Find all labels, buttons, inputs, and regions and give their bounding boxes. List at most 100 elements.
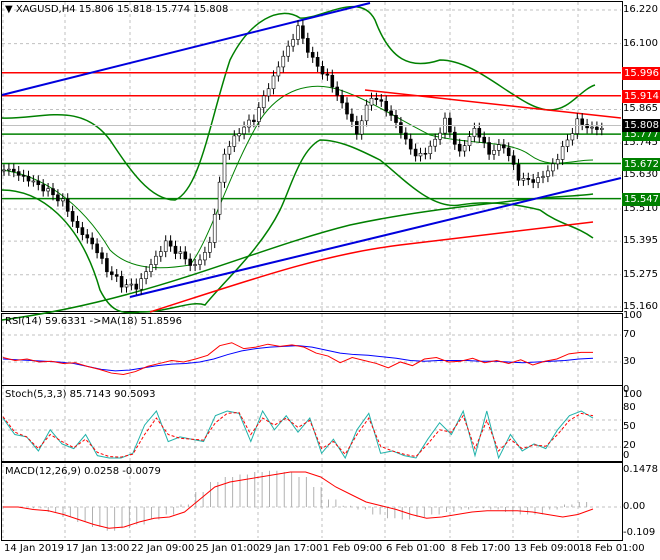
candle-body — [492, 150, 496, 155]
macd-axis-min: -0.109 — [623, 527, 656, 538]
candle-body — [394, 115, 398, 123]
candle-body — [75, 221, 80, 228]
candle-body — [256, 107, 261, 122]
stoch-d-line — [2, 411, 594, 458]
candle-body — [433, 138, 438, 147]
candle-body — [310, 52, 315, 58]
lower-trendline — [129, 177, 622, 298]
candle-body — [305, 38, 310, 53]
candle-body — [291, 39, 295, 47]
time-axis-label: 8 Feb 17:00 — [451, 543, 511, 554]
candle-body — [16, 171, 21, 176]
candle-body — [369, 97, 374, 106]
stoch-axis-80: 80 — [623, 402, 636, 413]
candle-body — [232, 135, 237, 147]
candle-body — [227, 146, 232, 155]
candle-body — [487, 142, 491, 155]
candle-body — [56, 194, 60, 202]
price-axis-label: 16.100 — [623, 37, 658, 49]
candle-body — [129, 283, 134, 286]
rsi-axis-30: 30 — [623, 356, 636, 367]
candle-body — [350, 113, 354, 122]
high-price: 15.818 — [116, 4, 152, 15]
candle-body — [203, 252, 207, 261]
candle-body — [261, 95, 266, 108]
candle-body — [7, 168, 11, 171]
candle-body — [462, 145, 467, 152]
candle-body — [144, 271, 148, 279]
candle-body — [105, 258, 109, 273]
candle-body — [51, 188, 55, 196]
price-axis-label: 15.865 — [623, 103, 658, 115]
level-price-tag: 15.996 — [622, 66, 660, 80]
candle-body — [408, 138, 413, 150]
candle-body — [242, 126, 246, 134]
level-price-tag: 15.547 — [622, 192, 660, 206]
trading-chart-window: ▼ XAGUSD,H4 15.806 15.818 15.774 15.808 … — [0, 0, 660, 560]
time-axis-label: 14 Jan 2019 — [4, 543, 64, 554]
macd-axis-max: 0.1478 — [623, 464, 658, 475]
candle-body — [193, 264, 197, 266]
candle-body — [428, 145, 433, 155]
candle-body — [149, 264, 153, 272]
candle-body — [31, 180, 36, 183]
candle-body — [472, 127, 477, 137]
candle-body — [482, 136, 487, 143]
candle-body — [95, 243, 99, 254]
time-axis-label: 13 Feb 09:00 — [514, 543, 580, 554]
candle-body — [570, 133, 575, 141]
candle-body — [12, 168, 16, 172]
price-axis-label: 16.220 — [623, 4, 658, 15]
level-price-tag: 15.914 — [622, 89, 660, 103]
candle-body — [65, 198, 70, 212]
candle-body — [208, 242, 212, 253]
candle-body — [384, 100, 389, 112]
candle-body — [477, 127, 482, 138]
candle-body — [41, 184, 46, 192]
dropdown-triangle-icon[interactable]: ▼ — [5, 4, 13, 15]
time-axis-label: 29 Jan 17:00 — [259, 543, 323, 554]
candle-body — [330, 74, 335, 88]
level-price-tag: 15.672 — [622, 157, 660, 171]
candle-body — [325, 73, 330, 76]
candle-body — [364, 104, 369, 122]
candle-body — [139, 278, 143, 290]
candle-body — [521, 178, 526, 181]
symbol-timeframe: XAGUSD,H4 — [15, 4, 76, 15]
candle-body — [237, 133, 241, 137]
macd-axis-zero: 0.00 — [623, 501, 646, 512]
candle-body — [374, 97, 379, 100]
candle-body — [595, 126, 599, 130]
candle-body — [546, 170, 550, 177]
close-price: 15.808 — [193, 4, 229, 15]
candle-body — [217, 181, 222, 215]
candle-body — [531, 179, 536, 183]
candle-body — [590, 126, 594, 129]
candle-body — [497, 144, 501, 151]
candle-body — [418, 152, 423, 157]
candle-body — [403, 132, 408, 140]
candle-body — [163, 240, 168, 252]
candle-body — [379, 99, 384, 102]
price-axis-label: 15.275 — [623, 268, 658, 280]
candle-body — [178, 251, 183, 254]
bollinger-lower-band — [1, 139, 594, 314]
macd-signal-line — [3, 471, 594, 529]
candle-body — [575, 118, 580, 134]
candle-body — [399, 122, 403, 134]
candle-body — [354, 121, 359, 135]
candle-body — [516, 164, 521, 181]
time-axis-label: 18 Feb 01:00 — [579, 543, 645, 554]
upper-trendline — [1, 2, 371, 96]
candle-body — [26, 175, 31, 182]
candle-body — [100, 252, 104, 259]
candle-body — [252, 119, 256, 122]
candle-body — [222, 153, 227, 183]
rsi-title: RSI(14) 59.6331 ->MA(18) 51.8596 — [5, 316, 182, 327]
time-axis-label: 6 Feb 01:00 — [386, 543, 446, 554]
candle-body — [124, 284, 129, 288]
candle-body — [168, 240, 173, 247]
candle-body — [536, 177, 540, 183]
candle-body — [599, 127, 604, 130]
candle-body — [345, 102, 349, 115]
